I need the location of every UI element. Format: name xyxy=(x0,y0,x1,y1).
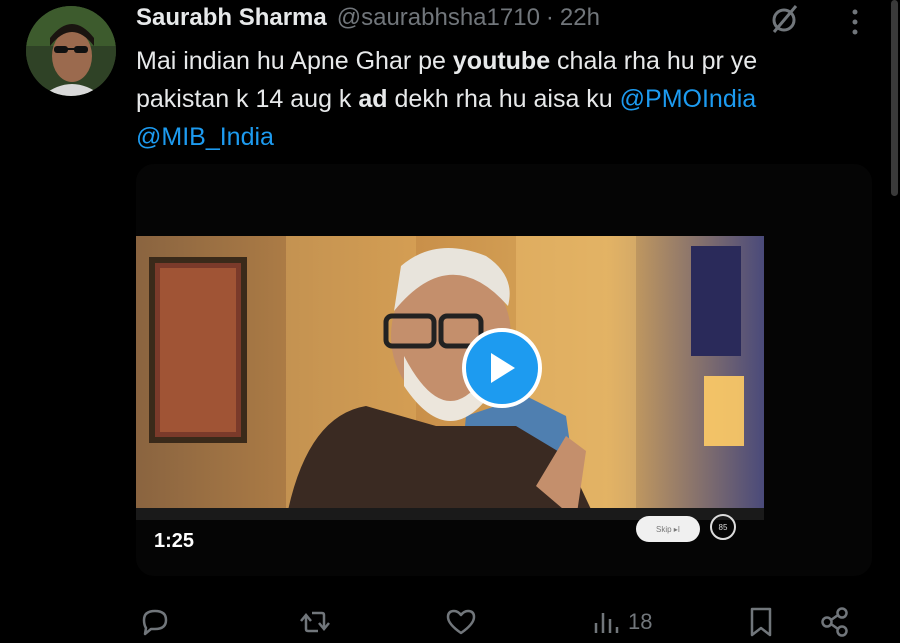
ad-counter-label: 85 xyxy=(718,522,728,532)
tweet-text-part: Mai indian hu Apne Ghar pe xyxy=(136,47,453,75)
reply-button[interactable] xyxy=(138,604,172,640)
tweet-text-bold: youtube xyxy=(452,47,551,75)
grok-icon[interactable] xyxy=(768,2,802,36)
bookmark-icon xyxy=(750,607,772,637)
separator-dot: · xyxy=(545,4,554,31)
author-handle[interactable]: @saurabhsha1710 xyxy=(337,4,540,32)
video-frame xyxy=(136,236,764,520)
retweet-button[interactable] xyxy=(298,604,332,640)
bookmark-button[interactable] xyxy=(744,604,778,640)
play-icon xyxy=(491,353,515,383)
mention-link[interactable]: @PMOIndia xyxy=(620,85,757,113)
views-button[interactable]: 18 xyxy=(590,604,652,640)
video-duration: 1:25 xyxy=(154,530,195,552)
retweet-icon xyxy=(300,611,330,633)
more-icon[interactable] xyxy=(846,8,864,36)
tweet-text-part: dekh rha hu aisa ku xyxy=(387,85,620,113)
skip-ad-button: Skip ▸I xyxy=(636,516,700,542)
like-button[interactable] xyxy=(444,604,478,640)
avatar[interactable] xyxy=(26,6,116,96)
mention-link[interactable]: @MIB_India xyxy=(136,123,274,151)
tweet-header: Saurabh Sharma @saurabhsha1710 · 22h xyxy=(136,4,600,34)
skip-label: Skip ▸I xyxy=(655,524,681,534)
tweet-text-bold: ad xyxy=(358,85,388,113)
video-media[interactable]: Skip ▸I 85 1:25 xyxy=(136,164,872,576)
share-button[interactable] xyxy=(818,604,852,640)
scrollbar[interactable] xyxy=(891,0,898,196)
views-count: 18 xyxy=(628,609,653,634)
author-name[interactable]: Saurabh Sharma xyxy=(136,4,327,32)
like-icon xyxy=(446,609,476,635)
tweet-text: Mai indian hu Apne Ghar pe youtube chala… xyxy=(136,42,856,156)
tweet-time[interactable]: 22h xyxy=(560,4,600,32)
reply-icon xyxy=(142,609,168,636)
action-bar: 18 xyxy=(0,600,900,643)
share-icon xyxy=(821,607,848,637)
avatar-image xyxy=(26,6,116,96)
play-button[interactable] xyxy=(462,328,542,408)
ad-counter: 85 xyxy=(710,514,736,540)
views-icon xyxy=(594,613,619,633)
video-thumbnail xyxy=(136,236,764,520)
